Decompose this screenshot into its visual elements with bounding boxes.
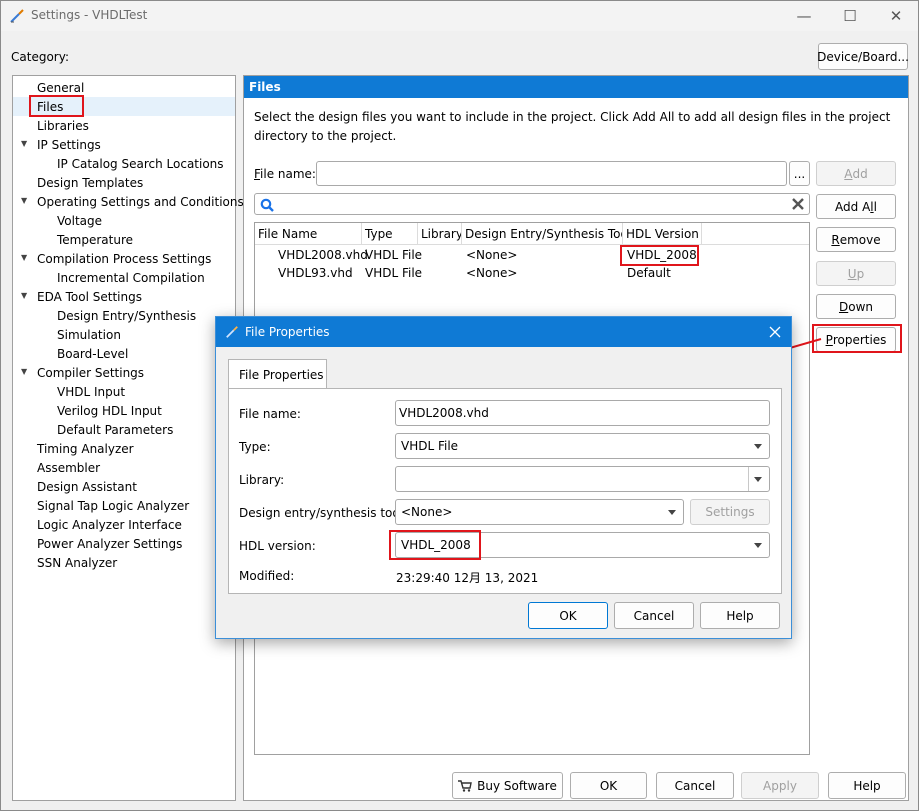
dlg-file-name-field[interactable]: VHDL2008.vhd	[395, 400, 770, 426]
dlg-library-combo[interactable]	[395, 466, 770, 492]
dlg-library-label: Library:	[239, 473, 285, 487]
search-icon	[260, 198, 274, 212]
annotation-files-highlight	[29, 95, 84, 117]
files-header: Files	[244, 76, 908, 98]
sidebar-item-timing-analyzer[interactable]: Timing Analyzer	[37, 442, 134, 456]
sidebar-item-compiler-settings[interactable]: Compiler Settings	[37, 366, 144, 380]
maximize-button[interactable]: ☐	[827, 1, 873, 31]
quartus-app-icon	[226, 326, 238, 338]
column-design-entry-tool[interactable]: Design Entry/Synthesis Tool	[462, 223, 623, 245]
device-board-button[interactable]: Device/Board...	[817, 43, 909, 70]
dlg-modified-value: 23:29:40 12月 13, 2021	[396, 571, 539, 585]
sidebar-item-temperature[interactable]: Temperature	[57, 233, 133, 247]
sidebar-item-compilation-process-settings[interactable]: Compilation Process Settings	[37, 252, 211, 266]
help-button[interactable]: Help	[828, 772, 906, 799]
tab-content: File name: VHDL2008.vhd Type: VHDL File …	[228, 388, 782, 594]
category-label: Category:	[11, 50, 69, 64]
cancel-button[interactable]: Cancel	[656, 772, 734, 799]
category-tree: General Files Libraries ▼ IP Settings IP Cata…	[12, 75, 244, 801]
sidebar-item-verilog-hdl-input[interactable]: Verilog HDL Input	[57, 404, 162, 418]
table-row[interactable]: VHDL2008.vhd VHDL File <None> VHDL_2008	[255, 245, 809, 265]
title-bar: Settings - VHDLTest — ☐ ✕	[1, 1, 918, 31]
chevron-down-icon	[754, 477, 762, 482]
settings-window: Settings - VHDLTest — ☐ ✕ Category: Devi…	[0, 0, 919, 811]
sidebar-item-incremental-compilation[interactable]: Incremental Compilation	[57, 271, 205, 285]
quartus-app-icon	[10, 9, 24, 23]
browse-button[interactable]: ...	[789, 161, 810, 186]
dlg-modified-label: Modified:	[239, 569, 295, 583]
sidebar-item-general[interactable]: General	[37, 81, 84, 95]
sidebar-item-eda-tool-settings[interactable]: EDA Tool Settings	[37, 290, 142, 304]
sidebar-item-power-analyzer-settings[interactable]: Power Analyzer Settings	[37, 537, 182, 551]
minimize-button[interactable]: —	[781, 1, 827, 31]
sidebar-item-simulation[interactable]: Simulation	[57, 328, 121, 342]
dialog-title-bar: File Properties	[216, 317, 791, 347]
dlg-settings-button[interactable]: Settings	[690, 499, 770, 525]
sidebar-item-voltage[interactable]: Voltage	[57, 214, 102, 228]
sidebar-item-logic-analyzer-interface[interactable]: Logic Analyzer Interface	[37, 518, 182, 532]
close-button[interactable]: ✕	[873, 1, 919, 31]
table-row[interactable]: VHDL93.vhd VHDL File <None> Default	[255, 265, 809, 285]
apply-button[interactable]: Apply	[741, 772, 819, 799]
sidebar-item-design-entry-synthesis[interactable]: Design Entry/Synthesis	[57, 309, 196, 323]
dlg-file-name-label: File name:	[239, 407, 301, 421]
expand-arrow-icon[interactable]: ▼	[21, 196, 27, 205]
column-hdl-version[interactable]: HDL Version	[623, 223, 702, 245]
table-header: File Name Type Library Design Entry/Synt…	[255, 223, 809, 245]
down-button[interactable]: Down	[816, 294, 896, 319]
search-input[interactable]	[254, 193, 810, 215]
sidebar-item-ip-settings[interactable]: IP Settings	[37, 138, 101, 152]
dlg-tool-label: Design entry/synthesis tool:	[239, 506, 408, 520]
column-library[interactable]: Library	[418, 223, 462, 245]
sidebar-item-signal-tap-logic-analyzer[interactable]: Signal Tap Logic Analyzer	[37, 499, 189, 513]
dlg-type-select[interactable]: VHDL File	[395, 433, 770, 459]
sidebar-item-operating-settings-and-conditions[interactable]: Operating Settings and Conditions	[37, 195, 244, 209]
files-description: Select the design files you want to incl…	[254, 110, 891, 143]
dlg-cancel-button[interactable]: Cancel	[614, 602, 694, 629]
ok-button[interactable]: OK	[570, 772, 647, 799]
column-type[interactable]: Type	[362, 223, 418, 245]
dlg-type-label: Type:	[239, 440, 271, 454]
expand-arrow-icon[interactable]: ▼	[21, 139, 27, 148]
window-title: Settings - VHDLTest	[31, 8, 148, 22]
sidebar-item-assembler[interactable]: Assembler	[37, 461, 100, 475]
chevron-down-icon	[668, 510, 676, 515]
file-name-label: File name:	[254, 167, 316, 181]
expand-arrow-icon[interactable]: ▼	[21, 367, 27, 376]
remove-button[interactable]: Remove	[816, 227, 896, 252]
dlg-ok-button[interactable]: OK	[528, 602, 608, 629]
tab-file-properties[interactable]: File Properties	[228, 359, 327, 389]
sidebar-item-ssn-analyzer[interactable]: SSN Analyzer	[37, 556, 117, 570]
annotation-hdl-version-highlight	[620, 245, 699, 266]
buy-software-button[interactable]: Buy Software	[452, 772, 563, 799]
annotation-hdl-dialog-highlight	[389, 530, 481, 560]
sidebar-item-board-level[interactable]: Board-Level	[57, 347, 128, 361]
shopping-cart-icon	[458, 779, 473, 792]
sidebar-item-vhdl-input[interactable]: VHDL Input	[57, 385, 125, 399]
sidebar-item-design-assistant[interactable]: Design Assistant	[37, 480, 137, 494]
dlg-tool-select[interactable]: <None>	[395, 499, 684, 525]
expand-arrow-icon[interactable]: ▼	[21, 253, 27, 262]
add-all-button[interactable]: Add All	[816, 194, 896, 219]
clear-search-icon[interactable]	[792, 198, 804, 210]
up-button[interactable]: Up	[816, 261, 896, 286]
file-name-input[interactable]	[316, 161, 787, 186]
chevron-down-icon	[754, 444, 762, 449]
dlg-hdl-label: HDL version:	[239, 539, 316, 553]
file-properties-dialog: File Properties File Properties File nam…	[215, 316, 792, 639]
dlg-help-button[interactable]: Help	[700, 602, 780, 629]
sidebar-item-default-parameters[interactable]: Default Parameters	[57, 423, 173, 437]
add-button[interactable]: Add	[816, 161, 896, 186]
expand-arrow-icon[interactable]: ▼	[21, 291, 27, 300]
sidebar-item-libraries[interactable]: Libraries	[37, 119, 89, 133]
sidebar-item-design-templates[interactable]: Design Templates	[37, 176, 143, 190]
chevron-down-icon	[754, 543, 762, 548]
column-file-name[interactable]: File Name	[255, 223, 362, 245]
dialog-close-icon[interactable]	[769, 326, 781, 338]
sidebar-item-ip-catalog-search-locations[interactable]: IP Catalog Search Locations	[57, 157, 224, 171]
dialog-title: File Properties	[245, 325, 330, 339]
